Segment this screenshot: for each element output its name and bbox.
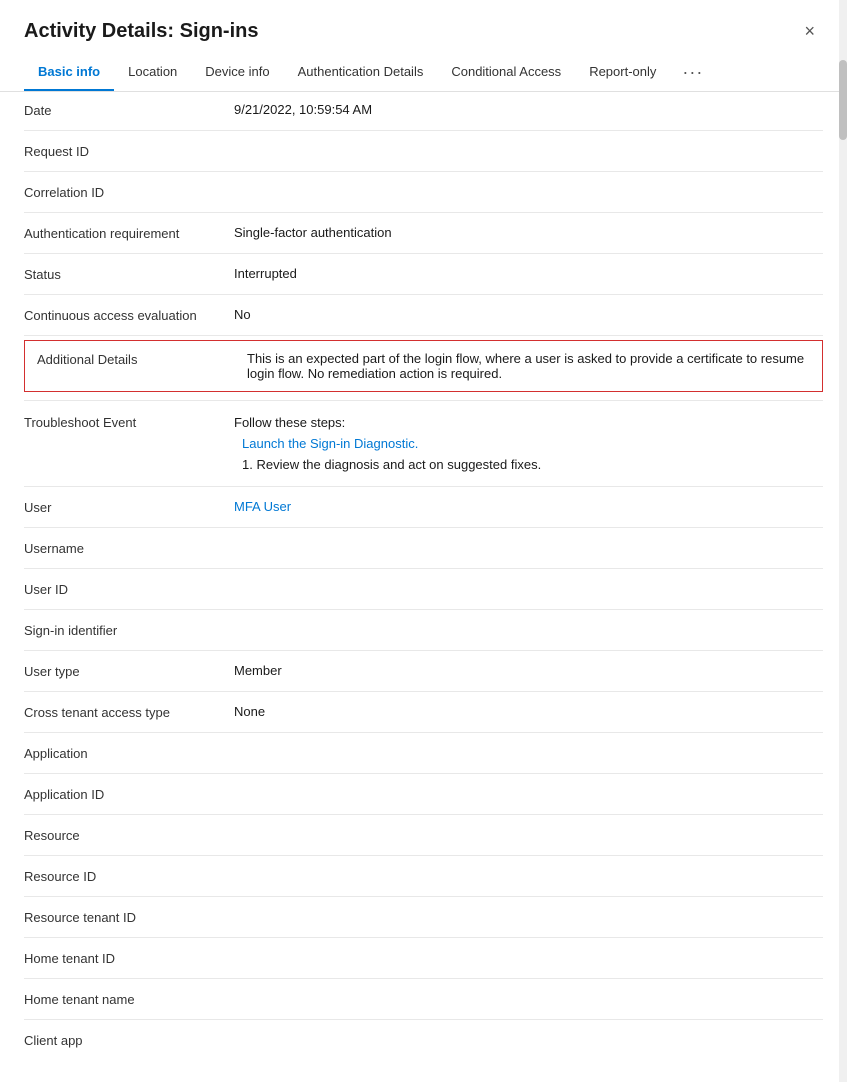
field-request-id: Request ID: [24, 133, 823, 169]
field-label-continuous-access: Continuous access evaluation: [24, 307, 234, 323]
divider-10: [24, 568, 823, 569]
tab-basic-info[interactable]: Basic info: [24, 54, 114, 91]
divider-7: [24, 400, 823, 401]
divider-20: [24, 978, 823, 979]
close-button[interactable]: ×: [796, 18, 823, 44]
troubleshoot-link[interactable]: Launch the Sign-in Diagnostic.: [242, 436, 823, 451]
tab-device-info[interactable]: Device info: [191, 54, 283, 91]
field-status: Status Interrupted: [24, 256, 823, 292]
field-label-user: User: [24, 499, 234, 515]
field-label-signin-identifier: Sign-in identifier: [24, 622, 234, 638]
field-resource-id: Resource ID: [24, 858, 823, 894]
field-home-tenant-id: Home tenant ID: [24, 940, 823, 976]
divider-13: [24, 691, 823, 692]
field-label-home-tenant-id: Home tenant ID: [24, 950, 234, 966]
divider-1: [24, 130, 823, 131]
field-application-id: Application ID: [24, 776, 823, 812]
field-label-application: Application: [24, 745, 234, 761]
additional-details-row: Additional Details This is an expected p…: [24, 340, 823, 392]
field-correlation-id: Correlation ID: [24, 174, 823, 210]
field-label-user-type: User type: [24, 663, 234, 679]
field-cross-tenant-access-type: Cross tenant access type None: [24, 694, 823, 730]
divider-14: [24, 732, 823, 733]
field-resource: Resource: [24, 817, 823, 853]
field-label-resource-id: Resource ID: [24, 868, 234, 884]
field-value-date: 9/21/2022, 10:59:54 AM: [234, 102, 823, 117]
field-application: Application: [24, 735, 823, 771]
field-label-resource-tenant-id: Resource tenant ID: [24, 909, 234, 925]
troubleshoot-steps-intro: Follow these steps:: [234, 415, 823, 430]
divider-21: [24, 1019, 823, 1020]
divider-17: [24, 855, 823, 856]
field-client-app: Client app: [24, 1022, 823, 1058]
troubleshoot-content: Follow these steps: Launch the Sign-in D…: [234, 415, 823, 472]
field-label-status: Status: [24, 266, 234, 282]
tab-authentication-details[interactable]: Authentication Details: [284, 54, 438, 91]
divider-6: [24, 335, 823, 336]
divider-16: [24, 814, 823, 815]
field-resource-tenant-id: Resource tenant ID: [24, 899, 823, 935]
field-label-date: Date: [24, 102, 234, 118]
troubleshoot-label: Troubleshoot Event: [24, 415, 234, 430]
scrollbar-track: [839, 0, 847, 1082]
field-value-user-type: Member: [234, 663, 823, 678]
divider-15: [24, 773, 823, 774]
content-area: Date 9/21/2022, 10:59:54 AM Request ID C…: [0, 92, 847, 1082]
scrollbar-thumb[interactable]: [839, 60, 847, 140]
field-user: User MFA User: [24, 489, 823, 525]
tab-bar: Basic info Location Device info Authenti…: [0, 54, 847, 92]
field-label-home-tenant-name: Home tenant name: [24, 991, 234, 1007]
troubleshoot-step1: 1. Review the diagnosis and act on sugge…: [242, 457, 823, 472]
field-value-status: Interrupted: [234, 266, 823, 281]
dialog-header: Activity Details: Sign-ins ×: [0, 0, 847, 54]
divider-5: [24, 294, 823, 295]
divider-18: [24, 896, 823, 897]
divider-9: [24, 527, 823, 528]
field-label-request-id: Request ID: [24, 143, 234, 159]
divider-8: [24, 486, 823, 487]
tab-conditional-access[interactable]: Conditional Access: [437, 54, 575, 91]
divider-2: [24, 171, 823, 172]
field-value-cross-tenant-access-type: None: [234, 704, 823, 719]
field-label-user-id: User ID: [24, 581, 234, 597]
field-user-id: User ID: [24, 571, 823, 607]
tab-location[interactable]: Location: [114, 54, 191, 91]
activity-details-dialog: Activity Details: Sign-ins × Basic info …: [0, 0, 847, 1082]
field-value-continuous-access: No: [234, 307, 823, 322]
tab-more-button[interactable]: ···: [674, 54, 711, 91]
divider-11: [24, 609, 823, 610]
divider-19: [24, 937, 823, 938]
field-signin-identifier: Sign-in identifier: [24, 612, 823, 648]
dialog-title: Activity Details: Sign-ins: [24, 20, 259, 43]
field-label-username: Username: [24, 540, 234, 556]
field-value-auth-requirement: Single-factor authentication: [234, 225, 823, 240]
field-user-type: User type Member: [24, 653, 823, 689]
field-label-auth-requirement: Authentication requirement: [24, 225, 234, 241]
divider-4: [24, 253, 823, 254]
field-label-client-app: Client app: [24, 1032, 234, 1048]
field-auth-requirement: Authentication requirement Single-factor…: [24, 215, 823, 251]
field-label-cross-tenant-access-type: Cross tenant access type: [24, 704, 234, 720]
field-value-user[interactable]: MFA User: [234, 499, 823, 514]
field-username: Username: [24, 530, 823, 566]
field-label-resource: Resource: [24, 827, 234, 843]
field-label-application-id: Application ID: [24, 786, 234, 802]
field-date: Date 9/21/2022, 10:59:54 AM: [24, 92, 823, 128]
field-continuous-access: Continuous access evaluation No: [24, 297, 823, 333]
divider-3: [24, 212, 823, 213]
additional-details-label: Additional Details: [37, 351, 247, 367]
field-home-tenant-name: Home tenant name: [24, 981, 823, 1017]
troubleshoot-row: Troubleshoot Event Follow these steps: L…: [24, 403, 823, 484]
divider-12: [24, 650, 823, 651]
tab-report-only[interactable]: Report-only: [575, 54, 670, 91]
additional-details-value: This is an expected part of the login fl…: [247, 351, 810, 381]
field-label-correlation-id: Correlation ID: [24, 184, 234, 200]
